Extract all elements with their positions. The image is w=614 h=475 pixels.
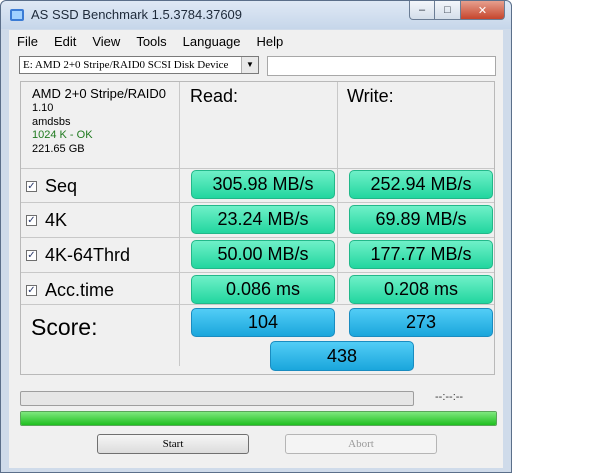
window-title: AS SSD Benchmark 1.5.3784.37609 [31,7,243,22]
row-seq-label[interactable]: ✓ Seq [26,176,77,197]
menu-edit[interactable]: Edit [46,34,84,49]
title-bar: AS SSD Benchmark 1.5.3784.37609 ‒ □ ✕ [1,1,511,29]
drive-dropdown[interactable]: E: AMD 2+0 Stripe/RAID0 SCSI Disk Device… [19,56,259,74]
minimize-icon: ‒ [418,4,426,16]
chevron-down-icon: ▼ [241,57,258,73]
seq-write-value: 252.94 MB/s [349,170,493,199]
row-acctime-label[interactable]: ✓ Acc.time [26,280,114,301]
drive-size: 221.65 GB [32,142,85,155]
drive-dropdown-value: E: AMD 2+0 Stripe/RAID0 SCSI Disk Device [23,59,229,71]
4k64-write-value: 177.77 MB/s [349,240,493,269]
close-icon: ✕ [477,4,488,17]
menu-bar: File Edit View Tools Language Help [9,30,503,52]
seq-checkbox[interactable]: ✓ [26,181,37,192]
app-icon [10,9,24,21]
4k-write-value: 69.89 MB/s [349,205,493,234]
drive-driver: amdsbs [32,115,71,128]
close-button[interactable]: ✕ [461,1,505,20]
row-4k-label[interactable]: ✓ 4K [26,210,67,231]
acctime-read-value: 0.086 ms [191,275,335,304]
menu-help[interactable]: Help [249,34,292,49]
acctime-checkbox[interactable]: ✓ [26,285,37,296]
elapsed-time: --:--:-- [435,391,464,403]
read-header: Read: [190,86,239,106]
menu-language[interactable]: Language [175,34,249,49]
info-textbox[interactable] [267,56,496,76]
row-4k64-label[interactable]: ✓ 4K-64Thrd [26,245,130,266]
test-progress-bar [20,391,414,406]
4k64-read-value: 50.00 MB/s [191,240,335,269]
score-read-value: 104 [191,308,335,337]
maximize-icon: □ [444,4,451,16]
drive-firmware: 1.10 [32,102,54,114]
maximize-button[interactable]: □ [435,1,461,20]
menu-tools[interactable]: Tools [128,34,174,49]
4k-checkbox[interactable]: ✓ [26,215,37,226]
overall-progress-fill [21,412,496,425]
results-grid: AMD 2+0 Stripe/RAID0 1.10 amdsbs 1024 K … [20,81,495,375]
drive-name: AMD 2+0 Stripe/RAID0 [32,86,167,101]
score-label: Score: [31,314,98,340]
acctime-write-value: 0.208 ms [349,275,493,304]
4k64-checkbox[interactable]: ✓ [26,250,37,261]
client-area: File Edit View Tools Language Help E: AM… [9,30,503,468]
start-button[interactable]: Start [97,434,249,454]
4k-read-value: 23.24 MB/s [191,205,335,234]
abort-button[interactable]: Abort [285,434,437,454]
menu-view[interactable]: View [84,34,128,49]
minimize-button[interactable]: ‒ [409,1,435,20]
app-window: AS SSD Benchmark 1.5.3784.37609 ‒ □ ✕ Fi… [0,0,512,473]
drive-info: AMD 2+0 Stripe/RAID0 1.10 amdsbs 1024 K … [32,86,166,156]
write-header: Write: [347,86,394,106]
score-write-value: 273 [349,308,493,337]
overall-progress-bar [20,411,497,426]
score-total-value: 438 [270,341,414,371]
seq-read-value: 305.98 MB/s [191,170,335,199]
alignment-status: 1024 K - OK [32,129,93,141]
menu-file[interactable]: File [9,34,46,49]
